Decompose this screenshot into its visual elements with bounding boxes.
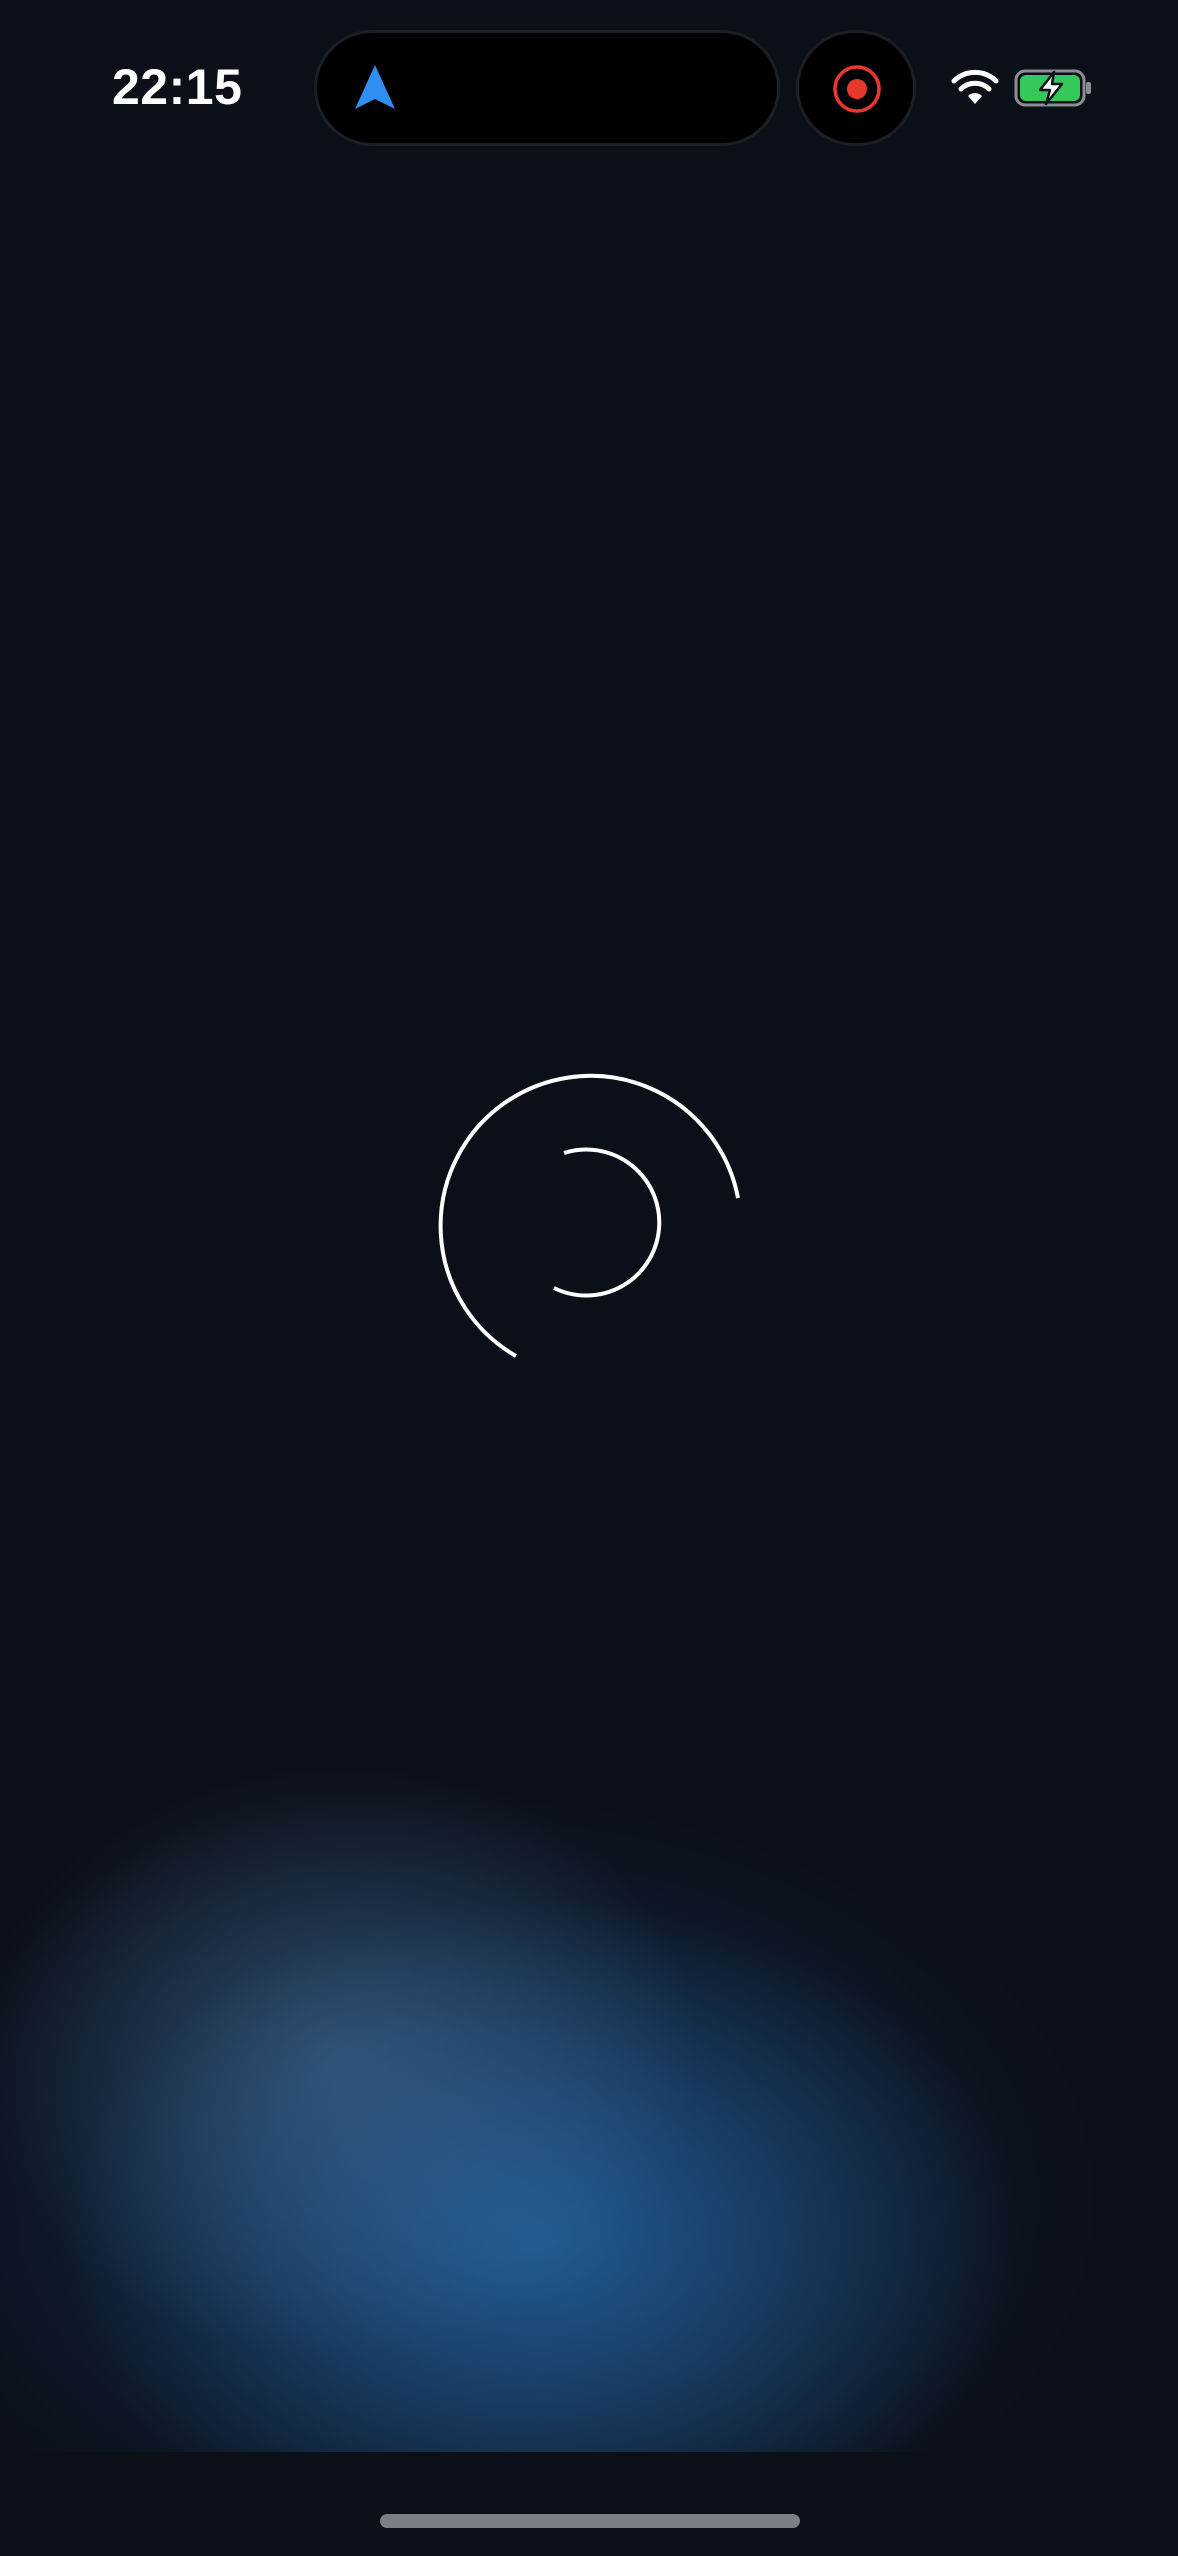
screen-recording-icon (833, 65, 881, 113)
dynamic-island[interactable] (314, 30, 780, 146)
status-time: 22:15 (112, 59, 243, 115)
battery-charging-icon (1014, 69, 1091, 107)
screen-recording-indicator[interactable] (796, 30, 916, 146)
home-indicator[interactable] (380, 2514, 800, 2528)
app-screen: 22:15 (0, 0, 1178, 2556)
loading-spinner-icon (438, 1073, 740, 1358)
location-arrow-icon (355, 65, 395, 109)
wifi-icon (951, 69, 999, 104)
background-glow (0, 1500, 1178, 2452)
bottom-safe-area (0, 2452, 1178, 2556)
